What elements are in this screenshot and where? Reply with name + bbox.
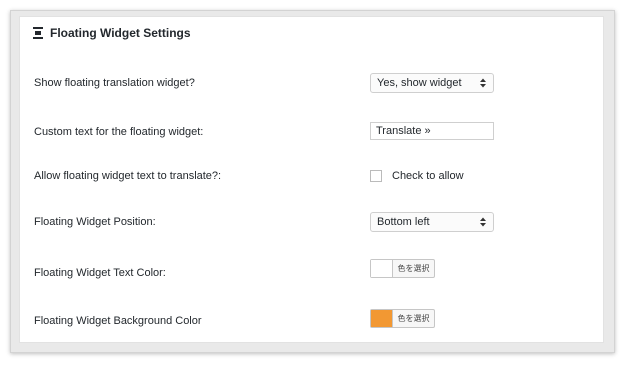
allow-translate-checkbox[interactable]	[370, 170, 382, 182]
text-color-button-label: 色を選択	[397, 264, 430, 273]
widget-position-label: Floating Widget Position:	[34, 216, 156, 228]
background-color-swatch	[371, 310, 393, 327]
settings-container: Floating Widget Settings Show floating t…	[10, 10, 615, 353]
text-color-swatch	[371, 260, 393, 277]
widget-position-select-value: Bottom left	[377, 216, 430, 228]
custom-text-label: Custom text for the floating widget:	[34, 126, 204, 138]
background-color-label: Floating Widget Background Color	[34, 315, 202, 327]
menu-icon	[33, 27, 43, 39]
select-arrows-icon	[480, 217, 486, 227]
settings-panel: Floating Widget Settings Show floating t…	[19, 16, 604, 343]
custom-text-input[interactable]: Translate »	[370, 122, 494, 140]
allow-translate-label: Allow floating widget text to translate?…	[34, 170, 222, 182]
show-widget-label: Show floating translation widget?	[34, 77, 195, 89]
show-widget-select[interactable]: Yes, show widget	[370, 73, 494, 93]
text-color-label: Floating Widget Text Color:	[34, 267, 166, 279]
show-widget-select-value: Yes, show widget	[377, 77, 462, 89]
background-color-button-label: 色を選択	[397, 314, 430, 323]
panel-header: Floating Widget Settings	[32, 26, 191, 40]
allow-translate-option-label[interactable]: Check to allow	[392, 170, 464, 182]
custom-text-value: Translate »	[376, 125, 431, 137]
widget-position-select[interactable]: Bottom left	[370, 212, 494, 232]
text-color-picker-button[interactable]: 色を選択	[370, 259, 435, 278]
panel-title: Floating Widget Settings	[50, 26, 191, 40]
select-arrows-icon	[480, 78, 486, 88]
background-color-picker-button[interactable]: 色を選択	[370, 309, 435, 328]
